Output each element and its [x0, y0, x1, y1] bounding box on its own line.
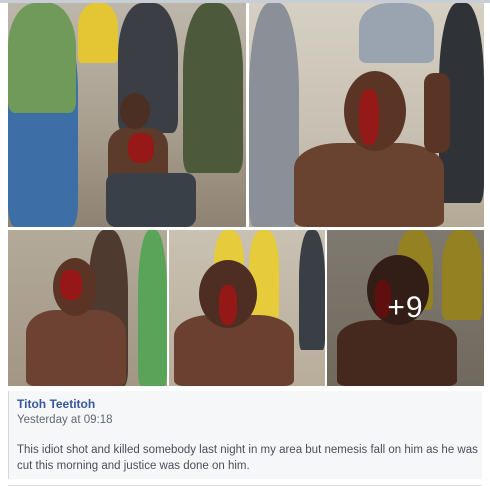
post-content: Titoh Teetitoh Yesterday at 09:18 This i… [8, 391, 482, 479]
more-photos-count[interactable]: +9 [327, 230, 484, 386]
post-message: This idiot shot and killed somebody last… [17, 444, 478, 472]
post-timestamp[interactable]: Yesterday at 09:18 [17, 413, 482, 427]
gallery-photo-3[interactable] [8, 230, 167, 386]
gallery-photo-1[interactable] [8, 3, 246, 227]
gallery-photo-more[interactable]: +9 [327, 230, 484, 386]
post-author-link[interactable]: Titoh Teetitoh [17, 397, 482, 412]
gallery-photo-4[interactable] [169, 230, 325, 386]
gallery-photo-2[interactable] [249, 3, 484, 227]
